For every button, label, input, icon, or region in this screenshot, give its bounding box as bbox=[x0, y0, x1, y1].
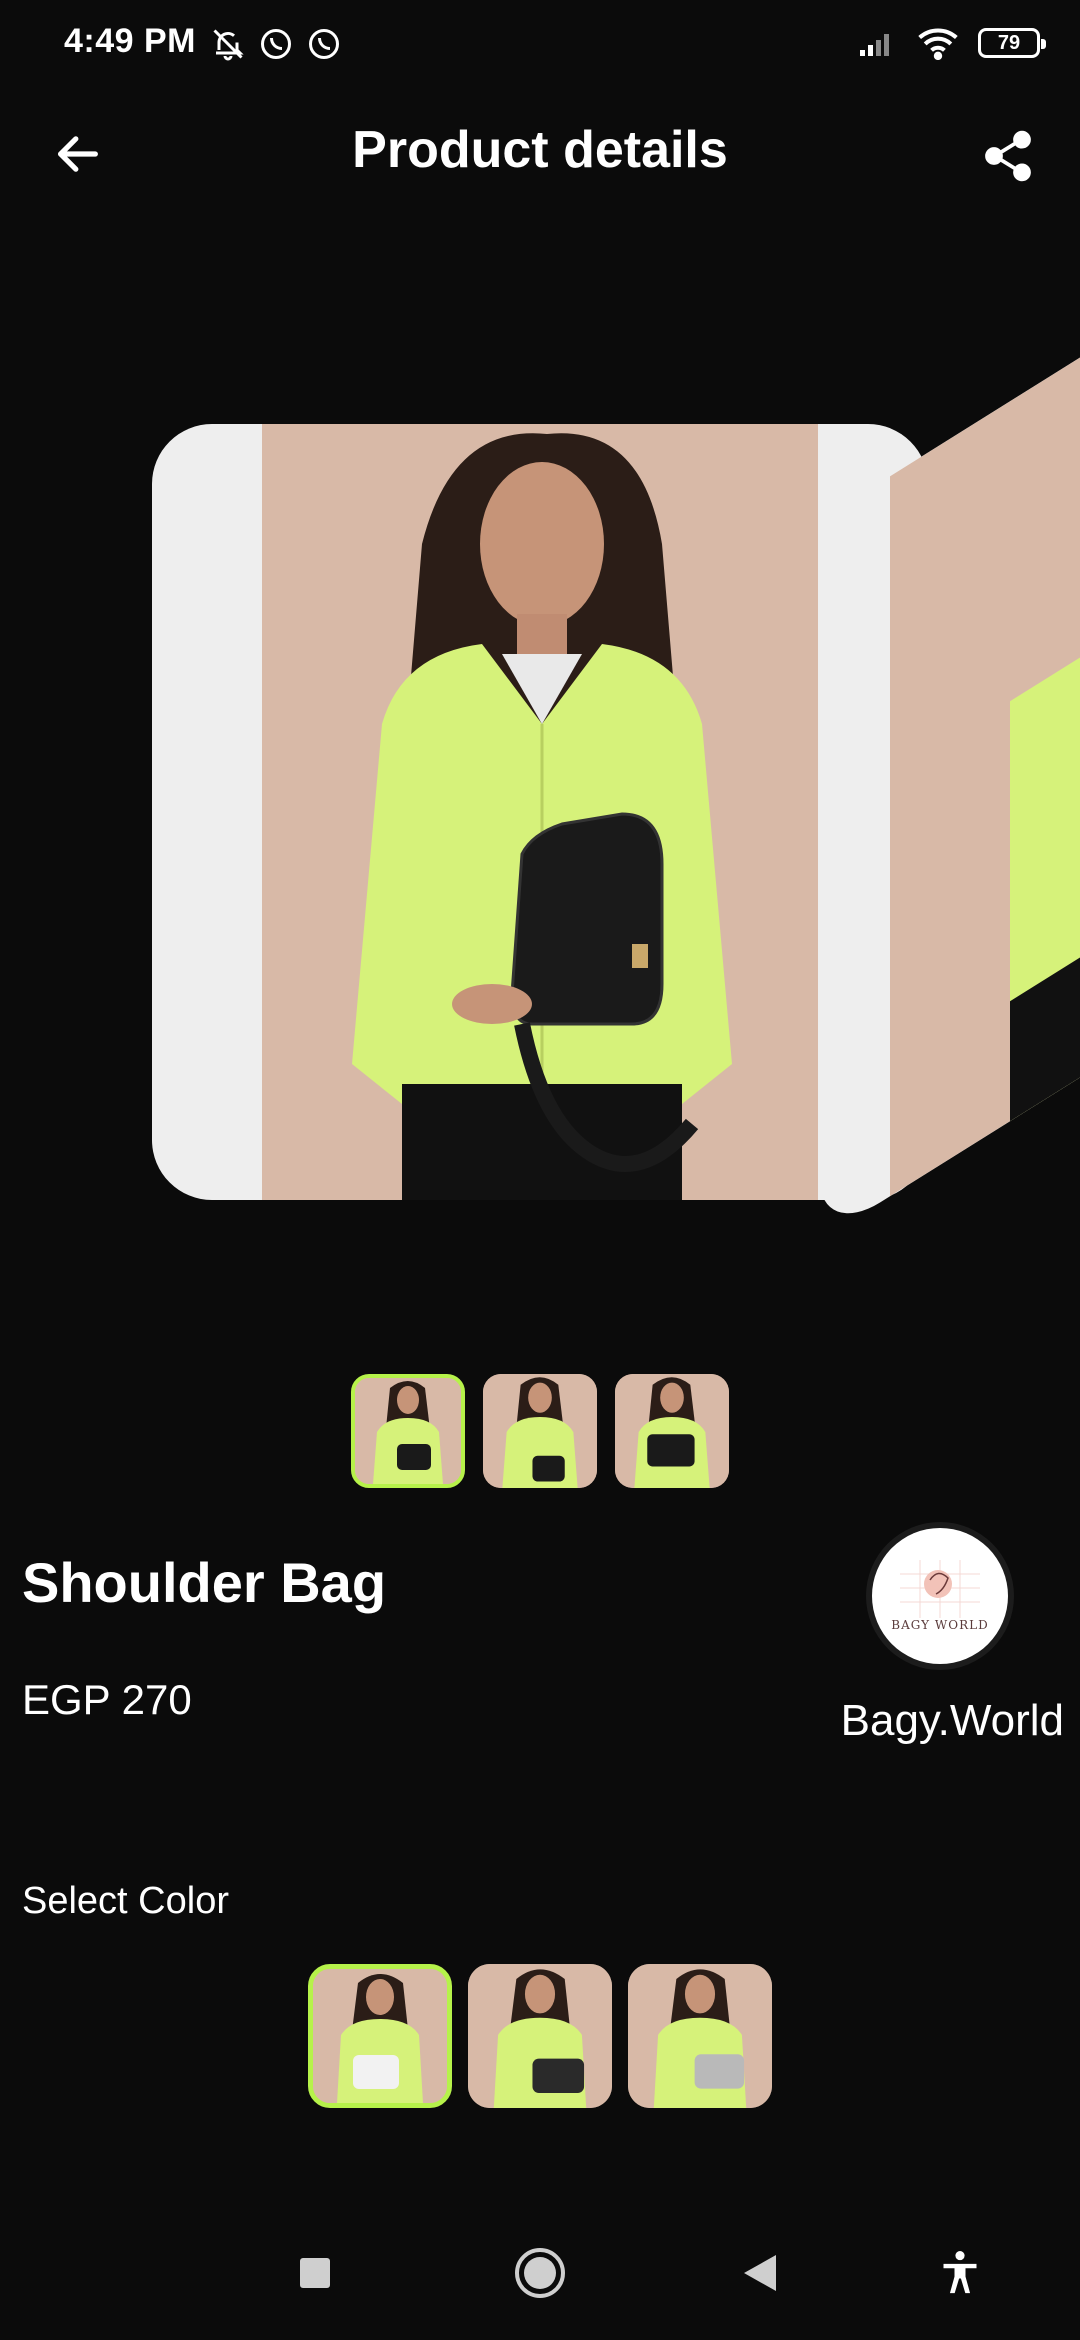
share-button[interactable] bbox=[972, 120, 1044, 192]
store-logo-illustration bbox=[900, 1560, 980, 1618]
battery-indicator: 79 bbox=[978, 28, 1046, 58]
store-logo[interactable]: BAGY WORLD bbox=[872, 1528, 1008, 1664]
home-circle-icon bbox=[515, 2248, 565, 2298]
store-logo-text: BAGY WORLD bbox=[891, 1618, 989, 1632]
color-option-grey[interactable] bbox=[628, 1964, 772, 2108]
home-button[interactable] bbox=[495, 2228, 585, 2318]
product-name: Shoulder Bag bbox=[22, 1551, 387, 1614]
signal-icon bbox=[860, 34, 889, 56]
back-triangle-icon bbox=[744, 2255, 776, 2291]
status-system-icons: 79 bbox=[858, 26, 1046, 60]
recents-button[interactable] bbox=[270, 2228, 360, 2318]
thumbnail-3[interactable] bbox=[615, 1374, 729, 1488]
thumbnail-1[interactable] bbox=[351, 1374, 465, 1488]
product-image-slide[interactable] bbox=[152, 424, 928, 1200]
accessibility-button[interactable] bbox=[915, 2228, 1005, 2318]
next-product-image-slide[interactable] bbox=[820, 257, 1080, 1240]
thumbnail-2[interactable] bbox=[483, 1374, 597, 1488]
status-notification-icons bbox=[210, 26, 342, 62]
color-option-black[interactable] bbox=[468, 1964, 612, 2108]
select-color-label: Select Color bbox=[22, 1880, 229, 1922]
product-photo bbox=[262, 424, 818, 1200]
color-options bbox=[0, 1964, 1080, 2108]
color-option-white[interactable] bbox=[308, 1964, 452, 2108]
whatsapp-icon bbox=[309, 29, 339, 59]
accessibility-icon bbox=[943, 2251, 977, 2294]
system-navigation-bar bbox=[0, 2228, 1080, 2318]
bell-off-icon bbox=[213, 29, 244, 61]
product-price: EGP 270 bbox=[22, 1676, 192, 1723]
wifi-icon bbox=[918, 28, 958, 60]
image-thumbnails bbox=[0, 1374, 1080, 1488]
share-icon bbox=[985, 130, 1031, 182]
page-title: Product details bbox=[352, 121, 728, 179]
whatsapp-icon bbox=[261, 29, 291, 59]
status-time: 4:49 PM bbox=[64, 22, 196, 60]
recents-square-icon bbox=[300, 2258, 330, 2288]
back-nav-button[interactable] bbox=[715, 2228, 805, 2318]
store-name[interactable]: Bagy.World bbox=[841, 1696, 1064, 1746]
